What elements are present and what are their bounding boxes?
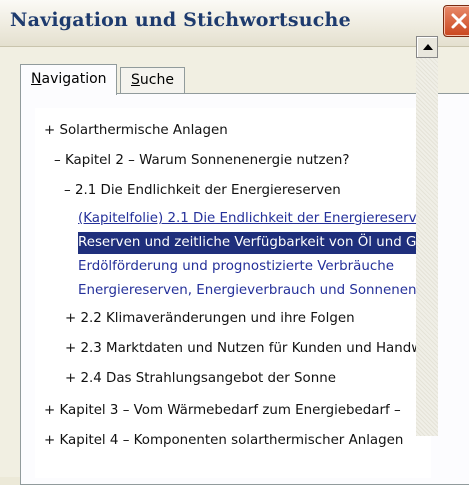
- tree-item-solarthermische-anlagen[interactable]: + Solarthermische Anlagen: [44, 120, 228, 142]
- window-title: Navigation und Stichwortsuche: [10, 9, 351, 31]
- close-button[interactable]: [443, 5, 469, 37]
- tree-item-kapitel-3[interactable]: + Kapitel 3 – Vom Wärmebedarf zum Energi…: [44, 400, 401, 422]
- tree-item-kapitel-4[interactable]: + Kapitel 4 – Komponenten solarthermisch…: [44, 430, 403, 452]
- close-icon: [451, 13, 467, 29]
- tree-topic-reserven-selected[interactable]: Reserven und zeitliche Verfügbarkeit von…: [78, 232, 431, 254]
- tree-topic-kapitelfolie-2-1[interactable]: (Kapitelfolie) 2.1 Die Endlichkeit der E…: [78, 208, 431, 230]
- navigation-window: Navigation und Stichwortsuche Navigation…: [0, 0, 469, 485]
- tab-suche[interactable]: Suche: [120, 67, 185, 93]
- tab-navigation[interactable]: Navigation: [20, 64, 117, 95]
- tree-topic-energiereserven[interactable]: Energiereserven, Energieverbrauch und So…: [78, 280, 431, 302]
- title-bar[interactable]: Navigation und Stichwortsuche: [0, 0, 469, 47]
- vertical-scrollbar[interactable]: [416, 36, 438, 436]
- tree-item-2-1[interactable]: – 2.1 Die Endlichkeit der Energiereserve…: [64, 180, 341, 202]
- tree-item-2-4[interactable]: + 2.4 Das Strahlungsangebot der Sonne: [65, 368, 336, 390]
- tree-item-kapitel-2[interactable]: – Kapitel 2 – Warum Sonnenenergie nutzen…: [54, 150, 349, 172]
- navigation-panel: + Solarthermische Anlagen – Kapitel 2 – …: [20, 93, 469, 485]
- arrow-up-icon: [423, 44, 433, 50]
- tree-item-2-2[interactable]: + 2.2 Klimaveränderungen und ihre Folgen: [65, 308, 355, 330]
- tree-topic-erdoelfoerderung[interactable]: Erdölförderung und prognostizierte Verbr…: [78, 256, 394, 278]
- scroll-up-button[interactable]: [416, 36, 438, 58]
- tree-item-2-3[interactable]: + 2.3 Marktdaten und Nutzen für Kunden u…: [65, 338, 431, 360]
- topic-tree: + Solarthermische Anlagen – Kapitel 2 – …: [35, 108, 431, 478]
